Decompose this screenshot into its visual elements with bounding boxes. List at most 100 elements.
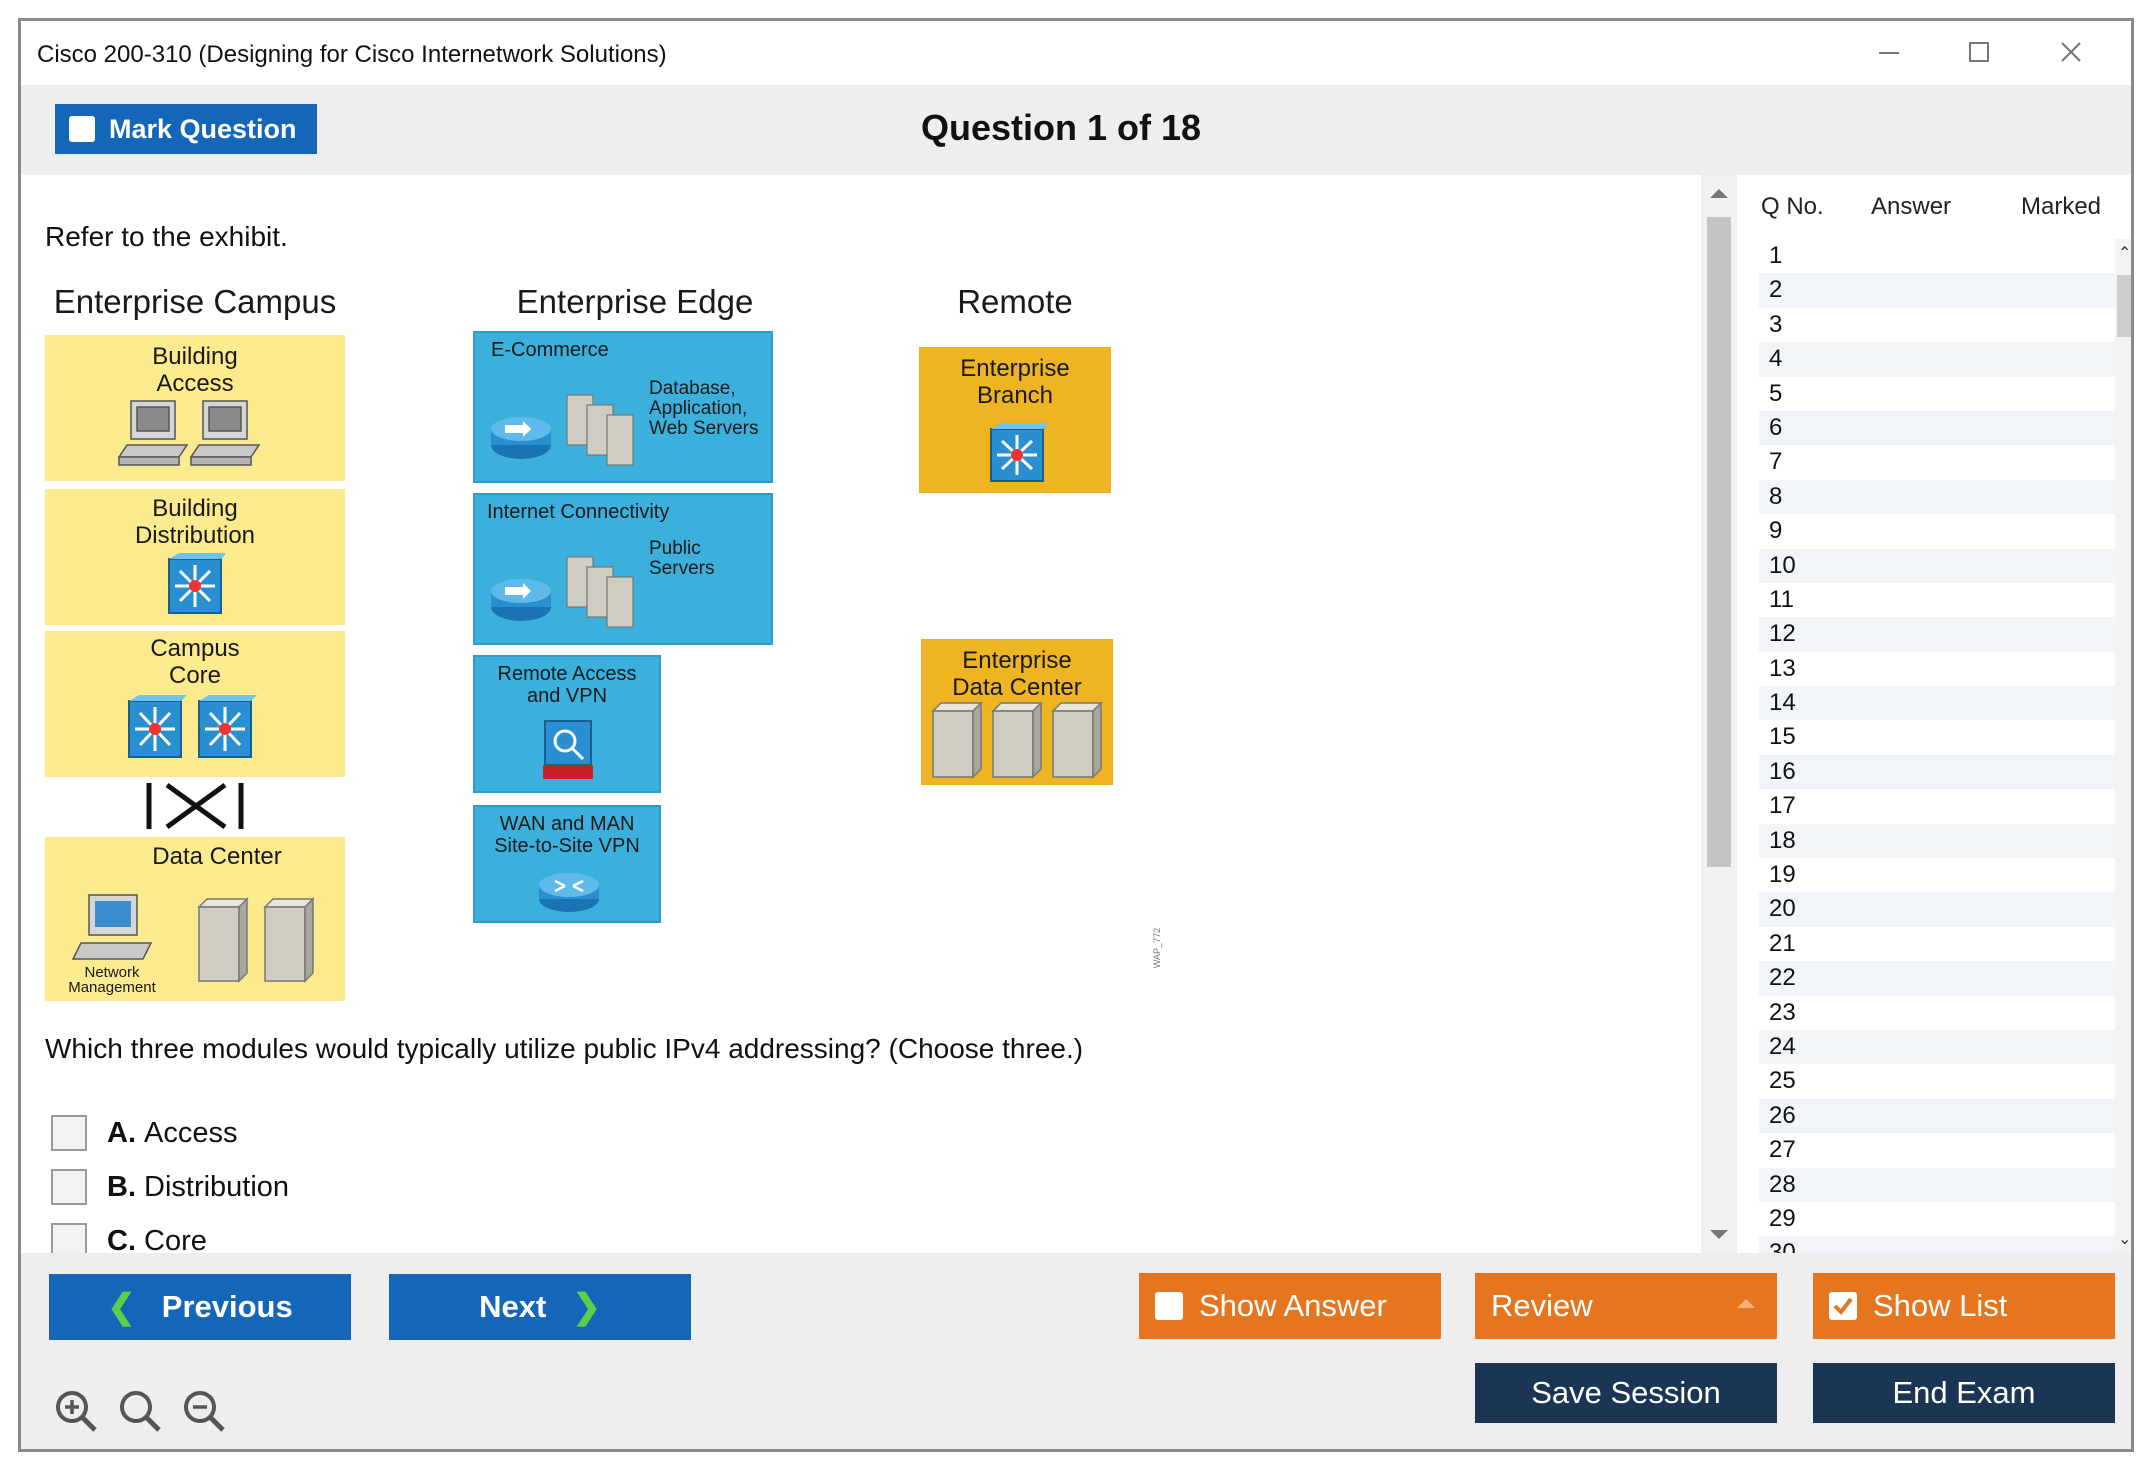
heading-enterprise-edge: Enterprise Edge: [516, 283, 754, 320]
question-list-row[interactable]: 2: [1759, 273, 2117, 308]
zoom-controls: [53, 1388, 227, 1434]
question-list-panel: Q No. Answer Marked 1 2 3 4 5 6 7 8 9 10 11 12 13 14 1…: [1737, 175, 2131, 1271]
exhibit-watermark: WAP_772: [1152, 927, 1163, 969]
show-answer-button[interactable]: Show Answer: [1139, 1273, 1441, 1339]
question-list-header: Q No. Answer Marked: [1737, 175, 2131, 239]
ecommerce-servers-label: Database, Application, Web Servers: [649, 378, 759, 439]
question-intro: Refer to the exhibit.: [45, 221, 288, 252]
question-list-row[interactable]: 6: [1759, 410, 2117, 446]
header-qno: Q No.: [1761, 193, 1824, 220]
content-scrollbar[interactable]: [1701, 175, 1737, 1253]
public-servers-label: Public Servers: [649, 538, 715, 579]
enterprise-branch-box: Enterprise Branch: [919, 347, 1111, 493]
close-button[interactable]: [2049, 35, 2093, 71]
question-toolbar: Mark Question Question 1 of 18: [21, 85, 2131, 175]
window-title: Cisco 200-310 (Designing for Cisco Inter…: [37, 41, 667, 68]
zoom-out-icon[interactable]: [181, 1388, 227, 1434]
bottom-bar: ❮ Previous Next ❯ Show Answer Review Sho…: [21, 1253, 2131, 1449]
building-distribution-box: Building Distribution: [45, 489, 345, 625]
question-list-row[interactable]: 16: [1759, 754, 2117, 790]
ecommerce-box: E-Commerce Database, Application, Web Se…: [473, 331, 773, 483]
end-exam-button[interactable]: End Exam: [1813, 1363, 2115, 1423]
enterprise-data-center-label: Enterprise Data Center: [952, 647, 1082, 701]
option-c-text: Core: [144, 1224, 207, 1254]
question-list-row[interactable]: 27: [1759, 1133, 2117, 1167]
question-list-row[interactable]: 25: [1759, 1064, 2117, 1098]
question-list-row[interactable]: 23: [1759, 996, 2117, 1030]
question-list-row[interactable]: 5: [1759, 377, 2117, 411]
question-list-scrollbar[interactable]: ⌃ ⌄: [2115, 239, 2131, 1253]
question-list-row[interactable]: 19: [1759, 858, 2117, 892]
option-a[interactable]: A. Access: [51, 1113, 237, 1153]
question-list-row[interactable]: 11: [1759, 583, 2117, 617]
question-list-row[interactable]: 18: [1759, 823, 2117, 859]
option-a-text: Access: [144, 1116, 238, 1149]
content-scroll-thumb[interactable]: [1707, 217, 1731, 867]
question-list-row[interactable]: 26: [1759, 1098, 2117, 1134]
internet-router-servers-icon: [491, 556, 634, 628]
next-label: Next: [479, 1289, 547, 1324]
show-list-label: Show List: [1873, 1288, 2008, 1323]
list-scroll-up-icon[interactable]: ⌃: [2118, 243, 2131, 263]
scroll-down-icon[interactable]: [1710, 1230, 1728, 1239]
question-list-row[interactable]: 10: [1759, 548, 2117, 583]
remote-access-vpn-label: Remote Access and VPN: [497, 663, 637, 707]
previous-button[interactable]: ❮ Previous: [49, 1274, 351, 1340]
option-a-letter: A.: [107, 1116, 136, 1149]
campus-core-label: Campus Core: [150, 635, 240, 689]
question-list-row[interactable]: 22: [1759, 961, 2117, 996]
show-answer-label: Show Answer: [1199, 1288, 1387, 1323]
question-list-row[interactable]: 14: [1759, 686, 2117, 721]
save-session-button[interactable]: Save Session: [1475, 1363, 1777, 1423]
maximize-button[interactable]: [1957, 35, 2001, 71]
wan-man-vpn-label: WAN and MAN Site-to-Site VPN: [494, 813, 640, 857]
review-label: Review: [1491, 1288, 1593, 1323]
question-list-row[interactable]: 28: [1759, 1167, 2117, 1202]
chevron-left-icon: ❮: [107, 1288, 136, 1326]
app-window: Cisco 200-310 (Designing for Cisco Inter…: [18, 18, 2134, 1452]
remote-data-center-servers-icon: [931, 701, 1103, 779]
question-list-row[interactable]: 1: [1759, 239, 2117, 273]
list-scroll-thumb[interactable]: [2117, 275, 2131, 337]
question-list-row[interactable]: 8: [1759, 479, 2117, 515]
exhibit-diagram: Enterprise Campus Enterprise Edge Remote…: [45, 275, 1165, 1001]
ecommerce-label: E-Commerce: [491, 339, 609, 361]
zoom-in-icon[interactable]: [53, 1388, 99, 1434]
option-a-checkbox[interactable]: [51, 1115, 87, 1151]
enterprise-data-center-box: Enterprise Data Center: [921, 639, 1113, 785]
question-list-row[interactable]: 3: [1759, 308, 2117, 342]
remote-access-vpn-box: Remote Access and VPN: [473, 655, 661, 793]
option-c-checkbox[interactable]: [51, 1223, 87, 1253]
question-list-row[interactable]: 7: [1759, 445, 2117, 479]
question-list-row[interactable]: 24: [1759, 1029, 2117, 1065]
option-b[interactable]: B. Distribution: [51, 1167, 289, 1207]
next-button[interactable]: Next ❯: [389, 1274, 691, 1340]
heading-enterprise-campus: Enterprise Campus: [53, 283, 337, 320]
question-list-row[interactable]: 4: [1759, 342, 2117, 377]
heading-remote: Remote: [957, 283, 1073, 320]
option-c[interactable]: C. Core: [51, 1221, 207, 1253]
question-list-row[interactable]: 29: [1759, 1202, 2117, 1236]
question-list-row[interactable]: 20: [1759, 892, 2117, 927]
chevron-right-icon: ❯: [572, 1288, 601, 1326]
show-answer-checkbox-icon: [1155, 1292, 1183, 1320]
zoom-reset-icon[interactable]: [117, 1388, 163, 1434]
option-b-checkbox[interactable]: [51, 1169, 87, 1205]
question-list-row[interactable]: 15: [1759, 720, 2117, 754]
title-bar: Cisco 200-310 (Designing for Cisco Inter…: [21, 21, 2131, 85]
minimize-button[interactable]: [1867, 35, 1911, 71]
data-center-box: Data Center Network Management: [45, 837, 345, 1001]
question-text: Which three modules would typically util…: [45, 1033, 1084, 1064]
question-list-row[interactable]: 21: [1759, 927, 2117, 961]
review-dropdown[interactable]: Review: [1475, 1273, 1777, 1339]
building-access-label: Building Access: [152, 343, 238, 397]
question-list-row[interactable]: 13: [1759, 652, 2117, 686]
question-list-rows: 1 2 3 4 5 6 7 8 9 10 11 12 13 14 15 16 17 18 19 20 21 22 23 24 2…: [1759, 239, 2117, 1271]
question-list-row[interactable]: 17: [1759, 789, 2117, 823]
question-list-row[interactable]: 9: [1759, 514, 2117, 548]
scroll-up-icon[interactable]: [1710, 189, 1728, 198]
list-scroll-down-icon[interactable]: ⌄: [2118, 1229, 2131, 1249]
wan-man-vpn-box: WAN and MAN Site-to-Site VPN: [473, 805, 661, 923]
question-list-row[interactable]: 12: [1759, 617, 2117, 652]
show-list-button[interactable]: Show List: [1813, 1273, 2115, 1339]
